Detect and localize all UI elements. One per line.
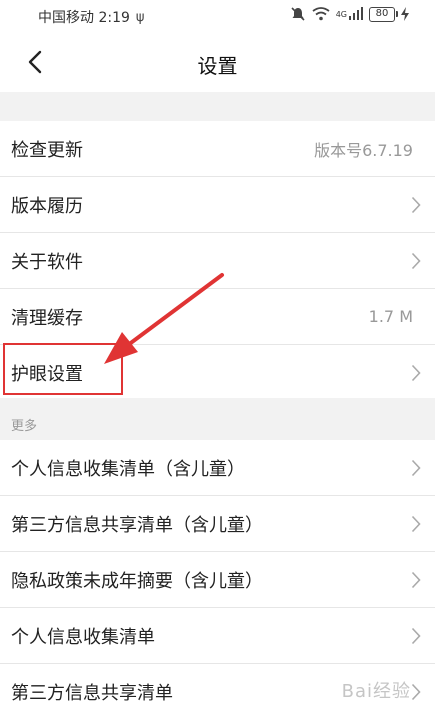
chevron-right-icon — [411, 683, 421, 701]
carrier-time: 中国移动 2:19 — [38, 10, 130, 26]
charging-icon — [401, 7, 409, 21]
version-history-row[interactable]: 版本履历 — [0, 177, 435, 233]
wifi-icon — [312, 7, 330, 21]
chevron-right-icon — [411, 459, 421, 477]
third-party-sharing-children-row[interactable]: 第三方信息共享清单（含儿童） — [0, 496, 435, 552]
row-label: 个人信息收集清单 — [11, 626, 155, 648]
mute-icon — [291, 7, 305, 21]
row-label: 第三方信息共享清单 — [11, 682, 173, 704]
personal-info-children-row[interactable]: 个人信息收集清单（含儿童） — [0, 440, 435, 496]
row-label: 隐私政策未成年摘要（含儿童） — [11, 570, 263, 592]
chevron-right-icon — [411, 515, 421, 533]
check-update-row[interactable]: 检查更新 版本号6.7.19 — [0, 121, 435, 177]
battery-icon: 80 — [369, 6, 398, 22]
row-label: 清理缓存 — [11, 307, 83, 329]
chevron-right-icon — [411, 196, 421, 214]
chevron-right-icon — [411, 627, 421, 645]
row-label: 个人信息收集清单（含儿童） — [11, 458, 245, 480]
version-number: 版本号6.7.19 — [314, 140, 413, 160]
row-label: 第三方信息共享清单（含儿童） — [11, 514, 263, 536]
network-type: 4G — [335, 9, 347, 19]
row-label: 检查更新 — [11, 139, 83, 161]
title-bar: 设置 — [0, 32, 435, 92]
personal-info-row[interactable]: 个人信息收集清单 — [0, 608, 435, 664]
privacy-minor-summary-row[interactable]: 隐私政策未成年摘要（含儿童） — [0, 552, 435, 608]
page-title: 设置 — [197, 54, 238, 78]
chevron-right-icon — [411, 364, 421, 382]
annotation-highlight-box — [3, 343, 123, 395]
usb-icon: ψ — [135, 9, 145, 25]
chevron-right-icon — [411, 571, 421, 589]
battery-level: 80 — [375, 8, 389, 19]
section-header-label: 更多 — [11, 419, 38, 434]
status-left: 中国移动 2:19 ψ — [38, 7, 144, 27]
status-right: 4G 80 — [290, 6, 409, 22]
watermark: Bai经验 — [341, 681, 411, 702]
about-software-row[interactable]: 关于软件 — [0, 233, 435, 289]
section-header-more: 更多 — [0, 398, 435, 440]
cache-size: 1.7 M — [368, 307, 413, 326]
row-label: 版本履历 — [11, 195, 83, 217]
status-bar: 中国移动 2:19 ψ 4G 80 — [0, 0, 435, 32]
row-label: 关于软件 — [11, 251, 83, 273]
chevron-right-icon — [411, 252, 421, 270]
clear-cache-row[interactable]: 清理缓存 1.7 M — [0, 289, 435, 345]
signal-icon — [349, 7, 363, 20]
